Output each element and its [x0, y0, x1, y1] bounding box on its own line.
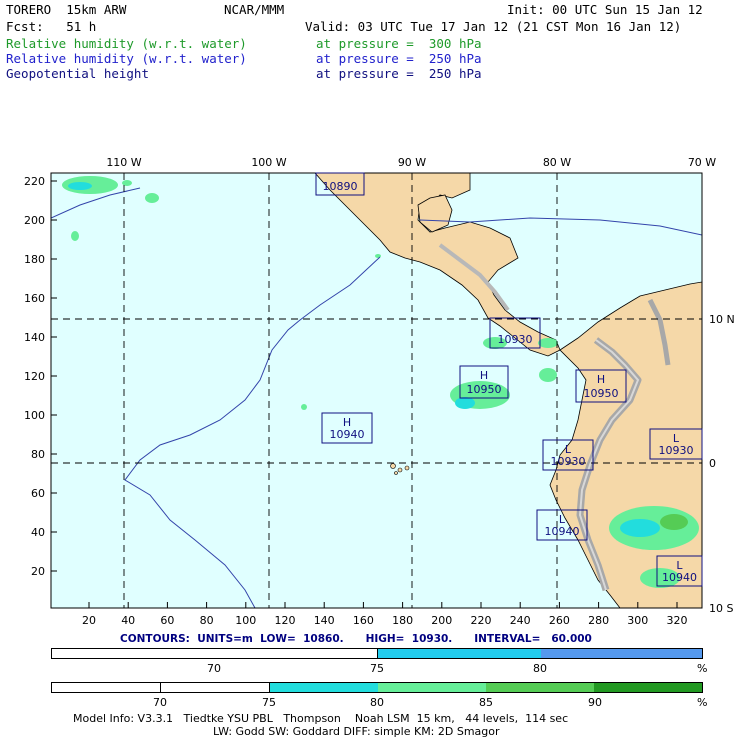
y-tick-label: 140 — [24, 331, 45, 344]
pressure-center-value: 10930 — [498, 333, 533, 346]
model-info-line1: Model Info: V3.3.1 Tiedtke YSU PBL Thomp… — [73, 712, 569, 725]
x-tick-label: 220 — [471, 614, 492, 627]
model-info-line2: LW: Godd SW: Goddard DIFF: simple KM: 2D… — [213, 725, 500, 738]
x-tick-label: 20 — [82, 614, 96, 627]
x-tick-label: 300 — [627, 614, 648, 627]
colorbar-rh-300-seg-2 — [161, 683, 270, 692]
y-tick-label: 40 — [31, 526, 45, 539]
x-tick-label: 200 — [431, 614, 452, 627]
pressure-center-value: 10940 — [662, 571, 697, 584]
latitude-labels: 10 N 0 10 S — [709, 313, 735, 615]
x-tick-label: 260 — [549, 614, 570, 627]
y-tick-label: 20 — [31, 565, 45, 578]
y-tick-label: 180 — [24, 253, 45, 266]
galapagos-island — [390, 463, 396, 469]
lon-label: 110 W — [106, 156, 141, 169]
pressure-center-letter: H — [480, 369, 488, 382]
colorbar-rh-250-tick-80: 80 — [533, 662, 547, 675]
colorbar-rh-300-seg-5 — [486, 683, 594, 692]
contour-info: CONTOURS: UNITS=m LOW= 10860. HIGH= 1093… — [120, 633, 592, 645]
colorbar-rh-250-unit: % — [697, 662, 708, 675]
x-tick-label: 180 — [392, 614, 413, 627]
x-tick-label: 120 — [275, 614, 296, 627]
x-tick-label: 320 — [667, 614, 688, 627]
y-tick-label: 80 — [31, 448, 45, 461]
y-tick-label: 220 — [24, 175, 45, 188]
colorbar-rh-300 — [51, 682, 703, 693]
colorbar-rh-250-tick-70: 70 — [207, 662, 221, 675]
colorbar-rh-300-tick-75: 75 — [262, 696, 276, 709]
y-tick-label: 160 — [24, 292, 45, 305]
pressure-center-value: 10930 — [659, 444, 694, 457]
colorbar-rh-300-unit: % — [697, 696, 708, 709]
lat-label: 0 — [709, 457, 716, 470]
pressure-center-value: 10930 — [551, 455, 586, 468]
colorbar-rh-250-seg-3 — [541, 649, 702, 658]
colorbar-rh-300-tick-85: 85 — [479, 696, 493, 709]
colorbar-rh-300-seg-1 — [52, 683, 161, 692]
y-tick-label: 60 — [31, 487, 45, 500]
colorbar-rh-300-tick-90: 90 — [588, 696, 602, 709]
colorbar-rh-300-tick-70: 70 — [153, 696, 167, 709]
colorbar-rh-300-seg-6 — [594, 683, 702, 692]
y-tick-label: 120 — [24, 370, 45, 383]
colorbar-rh-300-tick-80: 80 — [370, 696, 384, 709]
pressure-center-value: 10950 — [584, 387, 619, 400]
x-tick-label: 100 — [235, 614, 256, 627]
x-tick-label: 40 — [121, 614, 135, 627]
pressure-center-value: 10940 — [545, 525, 580, 538]
x-tick-label: 160 — [353, 614, 374, 627]
lon-label: 70 W — [688, 156, 716, 169]
y-tick-label: 100 — [24, 409, 45, 422]
pressure-center-value: 10890 — [323, 180, 358, 193]
x-tick-label: 280 — [588, 614, 609, 627]
x-tick-label: 240 — [510, 614, 531, 627]
lat-label: 10 N — [709, 313, 735, 326]
colorbar-rh-250-seg-2 — [378, 649, 541, 658]
colorbar-rh-300-seg-4 — [378, 683, 486, 692]
x-tick-label: 60 — [160, 614, 174, 627]
longitude-labels: 110 W 100 W 90 W 80 W 70 W — [106, 156, 716, 169]
y-tick-label: 200 — [24, 214, 45, 227]
colorbar-rh-250-seg-1 — [52, 649, 378, 658]
colorbar-rh-250 — [51, 648, 703, 659]
weather-map: 220 200 180 160 140 120 100 80 60 40 20 20 40 60 80 10… — [24, 156, 735, 627]
lon-label: 100 W — [251, 156, 286, 169]
colorbar-rh-250-tick-75: 75 — [370, 662, 384, 675]
colorbar-rh-300-seg-3 — [270, 683, 378, 692]
x-tick-label: 80 — [200, 614, 214, 627]
lon-label: 80 W — [543, 156, 571, 169]
x-tick-label: 140 — [314, 614, 335, 627]
pressure-center-value: 10950 — [467, 383, 502, 396]
pressure-center-value: 10940 — [330, 428, 365, 441]
lon-label: 90 W — [398, 156, 426, 169]
pressure-center-letter: H — [597, 373, 605, 386]
lat-label: 10 S — [709, 602, 733, 615]
